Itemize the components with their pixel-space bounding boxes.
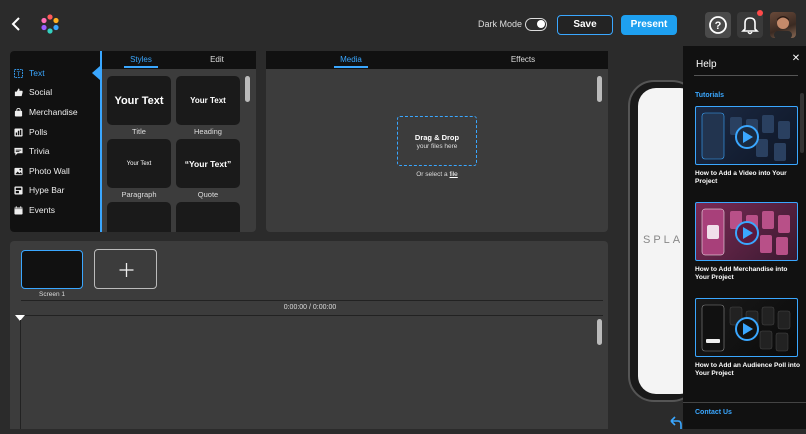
contact-us-link[interactable]: Contact Us [695,409,732,416]
sidebar-item-label: Photo Wall [29,166,70,176]
sidebar-item-label: Polls [29,127,48,137]
svg-text:?: ? [715,20,722,32]
style-card-more[interactable] [107,202,171,232]
styles-tabbar: Styles Edit [102,51,256,69]
question-circle-icon: ? [709,16,727,34]
sidebar-item-label: Events [29,205,55,215]
present-button[interactable]: Present [621,15,677,35]
sidebar-active-line [100,51,102,232]
timeline-ruler [21,315,603,316]
shopping-bag-icon [14,107,23,117]
screen-thumbnail[interactable] [21,250,83,289]
style-card-title[interactable]: Your Text [107,76,171,125]
screen-label: Screen 1 [38,291,66,298]
svg-text:T: T [17,71,21,78]
sidebar-item-text[interactable]: T Text [14,66,45,80]
style-card-caption: Title [132,127,146,136]
tutorial-title-poll[interactable]: How to Add an Audience Poll into Your Pr… [695,362,800,378]
style-card-paragraph[interactable]: Your Text [107,139,171,188]
tutorial-title-merchandise[interactable]: How to Add Merchandise into Your Project [695,266,800,282]
help-button[interactable]: ? [705,12,731,38]
sidebar-item-merchandise[interactable]: Merchandise [14,105,78,119]
drop-zone-title: Drag & Drop [414,133,460,142]
dark-mode-toggle[interactable] [525,18,547,31]
tutorial-thumbnail-video[interactable] [695,106,798,165]
timeline-time: 0:00:00 / 0:00:00 [283,304,337,311]
select-file-line: Or select a file [397,171,477,178]
sidebar-item-trivia[interactable]: Trivia [14,144,49,158]
help-title: Help [696,59,717,70]
tab-styles[interactable]: Styles [116,55,166,64]
image-icon [14,167,23,175]
media-tabbar: Media Effects [266,51,608,69]
sidebar-item-photo-wall[interactable]: Photo Wall [14,164,70,178]
dark-mode-label: Dark Mode [478,19,523,29]
top-bar [0,0,806,48]
sidebar-item-polls[interactable]: Polls [14,125,47,139]
notification-badge [757,10,763,16]
app-logo [38,12,62,36]
help-footer-divider [683,402,806,403]
tab-media[interactable]: Media [326,55,376,64]
tab-styles-underline [124,66,158,68]
back-button[interactable] [8,14,24,34]
sidebar-item-label: Trivia [29,146,50,156]
drop-zone[interactable]: Drag & Drop your files here [397,116,477,166]
sidebar-item-label: Hype Bar [29,185,65,195]
add-screen-button[interactable] [94,249,157,289]
plus-icon [119,263,134,277]
select-file-link[interactable]: file [449,171,457,178]
save-button[interactable]: Save [557,15,613,35]
tutorial-title-video[interactable]: How to Add a Video into Your Project [695,170,800,186]
tab-edit[interactable]: Edit [194,55,240,64]
help-divider [694,75,798,76]
help-scrollbar[interactable] [800,93,804,153]
phone-splash-text: SPLA [643,234,684,246]
style-card-caption: Heading [194,127,222,136]
style-card-heading[interactable]: Your Text [176,76,240,125]
style-card-caption: Paragraph [121,190,157,199]
tab-media-underline [334,66,368,68]
chevron-left-icon [11,17,20,31]
tutorial-thumbnail-merchandise[interactable] [695,202,798,261]
poll-icon [14,127,23,137]
select-file-prefix: Or select a [416,171,448,178]
sidebar-active-arrow [92,66,100,80]
playhead-line [19,320,21,429]
timeline-divider [21,300,603,301]
avatar[interactable] [770,12,796,38]
tab-effects[interactable]: Effects [498,55,548,64]
thumbs-up-icon [14,87,23,96]
timeline-scrollbar[interactable] [597,319,602,345]
style-card-caption: Quote [197,190,219,199]
close-icon[interactable]: ✕ [790,53,802,65]
bar-icon [14,185,23,195]
drop-zone-subtitle: your files here [416,143,458,150]
sidebar-item-social[interactable]: Social [14,85,52,99]
sidebar-item-label: Merchandise [29,107,78,117]
tutorial-thumbnail-poll[interactable] [695,298,798,357]
style-card-more[interactable] [176,202,240,232]
text-icon: T [14,68,23,78]
style-card-quote[interactable]: “Your Text” [176,139,240,188]
sidebar-item-label: Text [29,68,45,78]
media-scrollbar[interactable] [597,76,602,102]
chat-icon [14,147,23,156]
tutorials-heading: Tutorials [695,92,725,99]
undo-icon[interactable] [668,416,682,429]
sidebar-item-events[interactable]: Events [14,203,55,217]
calendar-icon [14,205,23,215]
sidebar-item-hype-bar[interactable]: Hype Bar [14,183,64,197]
styles-scrollbar[interactable] [245,76,250,102]
sidebar-item-label: Social [29,87,53,97]
